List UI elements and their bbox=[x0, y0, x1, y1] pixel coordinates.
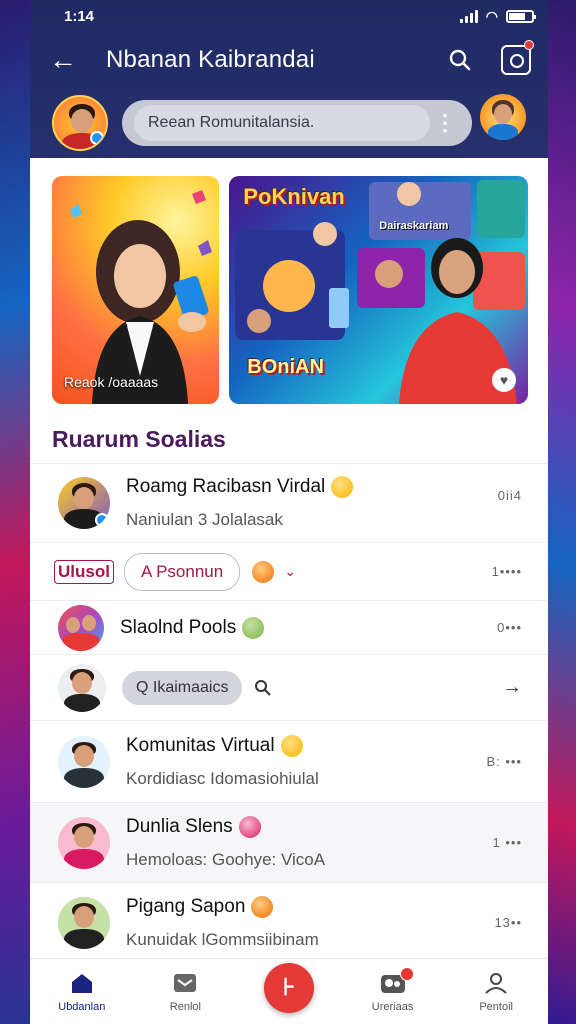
battery-icon bbox=[506, 9, 536, 23]
wifi-icon: ◠ bbox=[485, 7, 498, 24]
app-header: 1:14 ◠ ← Nbanan Kaibrandai Reean Romunit… bbox=[30, 0, 548, 158]
avatar bbox=[58, 816, 110, 869]
featured-cards: Reaok /oaaaas PoKnivan Dairaskariam BOni… bbox=[30, 158, 548, 404]
item-meta: 1•••• bbox=[491, 564, 522, 579]
featured-card-1[interactable]: Reaok /oaaaas bbox=[52, 176, 220, 404]
tab-label: Renlol bbox=[169, 1000, 201, 1013]
more-options-icon[interactable]: ⋮ bbox=[430, 112, 460, 134]
emoji-icon bbox=[280, 734, 303, 757]
item-name: Roamg Racibasn Virdal bbox=[126, 476, 326, 497]
card-1-illustration bbox=[70, 190, 212, 404]
item-meta: 1 ••• bbox=[492, 835, 522, 850]
card-2-banner-top: PoKnivan bbox=[243, 184, 345, 209]
status-icons: ◠ bbox=[459, 7, 536, 25]
page-title: Nbanan Kaibrandai bbox=[106, 46, 315, 73]
item-subtitle: Hemoloas: Goohye: VicoA bbox=[126, 849, 326, 869]
avatar bbox=[58, 896, 110, 949]
tab-label: Pentoil bbox=[479, 1000, 513, 1013]
camera-button[interactable] bbox=[500, 40, 534, 76]
story-avatar[interactable] bbox=[480, 94, 526, 140]
person-chip[interactable]: A Psonnun bbox=[123, 552, 241, 591]
emoji-icon bbox=[251, 895, 274, 918]
back-arrow-icon[interactable]: ← bbox=[48, 46, 78, 74]
search-input[interactable]: Reean Romunitalansia. ⋮ bbox=[122, 100, 472, 146]
notification-dot bbox=[399, 966, 414, 981]
profile-icon bbox=[485, 972, 507, 994]
item-name: Komunitas Virtual bbox=[126, 734, 275, 756]
tab-label: Ubdanlan bbox=[58, 1000, 106, 1013]
arrow-right-icon[interactable]: → bbox=[502, 676, 522, 699]
item-meta: 0ii4 bbox=[497, 487, 522, 503]
app-screen: 1:14 ◠ ← Nbanan Kaibrandai Reean Romunit… bbox=[30, 0, 548, 1024]
tab-add[interactable]: ⊦ bbox=[244, 962, 334, 1013]
verified-badge-icon bbox=[90, 131, 104, 145]
add-icon: ⊦ bbox=[263, 962, 314, 1013]
tag-label: Ulusol bbox=[54, 559, 114, 584]
tab-users[interactable]: Ureriaas bbox=[348, 966, 438, 1013]
title-bar: ← Nbanan Kaibrandai bbox=[30, 32, 548, 88]
heart-icon[interactable]: ♥ bbox=[492, 368, 516, 392]
search-button[interactable] bbox=[444, 44, 476, 76]
search-icon bbox=[449, 49, 471, 71]
search-chip-row[interactable]: Q Ikaimaaics → bbox=[30, 655, 548, 721]
status-time: 1:14 bbox=[64, 7, 95, 25]
bottom-tab-bar: Ubdanlan Renlol ⊦ Ureriaas Pentoil bbox=[30, 958, 548, 1024]
tab-profile[interactable]: Pentoil bbox=[451, 971, 541, 1013]
item-meta: B: ••• bbox=[486, 754, 522, 769]
list-item[interactable]: Dunlia Slens Hemoloas: Goohye: VicoA 1 •… bbox=[30, 803, 548, 883]
card-2-banner-mid: Dairaskariam bbox=[379, 220, 449, 232]
home-icon bbox=[71, 973, 92, 993]
featured-card-2[interactable]: PoKnivan Dairaskariam BOniAN ♥ bbox=[229, 176, 528, 404]
item-name: Pigang Sapon bbox=[126, 895, 246, 917]
item-name: Dunlia Slens bbox=[126, 815, 233, 837]
chevron-down-icon[interactable]: ⌄ bbox=[284, 563, 296, 580]
inbox-icon bbox=[174, 973, 197, 992]
tab-label: Ureriaas bbox=[371, 1000, 414, 1013]
item-subtitle: Kordidiasc Idomasiohiulal bbox=[126, 768, 319, 788]
item-subtitle: Kunuidak lGommsiibinam bbox=[126, 929, 319, 949]
avatar bbox=[58, 735, 110, 788]
section-title: Ruarum Soalias bbox=[52, 426, 226, 452]
search-placeholder: Reean Romunitalansia. bbox=[134, 105, 430, 141]
background-left bbox=[0, 0, 30, 1024]
emoji-icon bbox=[331, 476, 354, 498]
status-bar: 1:14 ◠ bbox=[30, 0, 548, 32]
item-subtitle: Naniulan 3 Jolalasak bbox=[126, 510, 283, 529]
verified-badge-icon bbox=[95, 513, 109, 527]
avatar bbox=[58, 604, 104, 651]
list-item[interactable]: Roamg Racibasn Virdal Naniulan 3 Jolalas… bbox=[30, 463, 548, 543]
emoji-icon bbox=[252, 560, 275, 583]
notification-dot bbox=[524, 40, 534, 50]
list-item[interactable]: Slaolnd Pools 0••• bbox=[30, 601, 548, 655]
avatar bbox=[58, 477, 110, 529]
background-right bbox=[548, 0, 576, 1024]
signal-icon bbox=[459, 9, 478, 23]
search-icon[interactable] bbox=[254, 679, 272, 697]
emoji-icon bbox=[238, 815, 261, 838]
card-2-banner-bottom: BOniAN bbox=[247, 356, 324, 378]
story-dot bbox=[518, 94, 526, 102]
item-meta: 13•• bbox=[494, 915, 522, 930]
tab-home[interactable]: Ubdanlan bbox=[37, 971, 127, 1013]
card-1-caption: Reaok /oaaaas bbox=[64, 374, 159, 390]
tab-inbox[interactable]: Renlol bbox=[140, 971, 230, 1013]
item-name: Slaolnd Pools bbox=[120, 616, 237, 638]
user-avatar[interactable] bbox=[52, 95, 108, 151]
list-item[interactable]: Pigang Sapon Kunuidak lGommsiibinam 13•• bbox=[30, 883, 548, 963]
item-meta: 0••• bbox=[497, 620, 522, 635]
search-row: Reean Romunitalansia. ⋮ bbox=[30, 88, 548, 158]
tag-row[interactable]: Ulusol A Psonnun ⌄ 1•••• bbox=[30, 543, 548, 601]
filter-chip[interactable]: Q Ikaimaaics bbox=[122, 670, 243, 705]
list-item[interactable]: Komunitas Virtual Kordidiasc Idomasiohiu… bbox=[30, 721, 548, 803]
avatar bbox=[58, 663, 106, 712]
emoji-icon bbox=[242, 616, 265, 639]
